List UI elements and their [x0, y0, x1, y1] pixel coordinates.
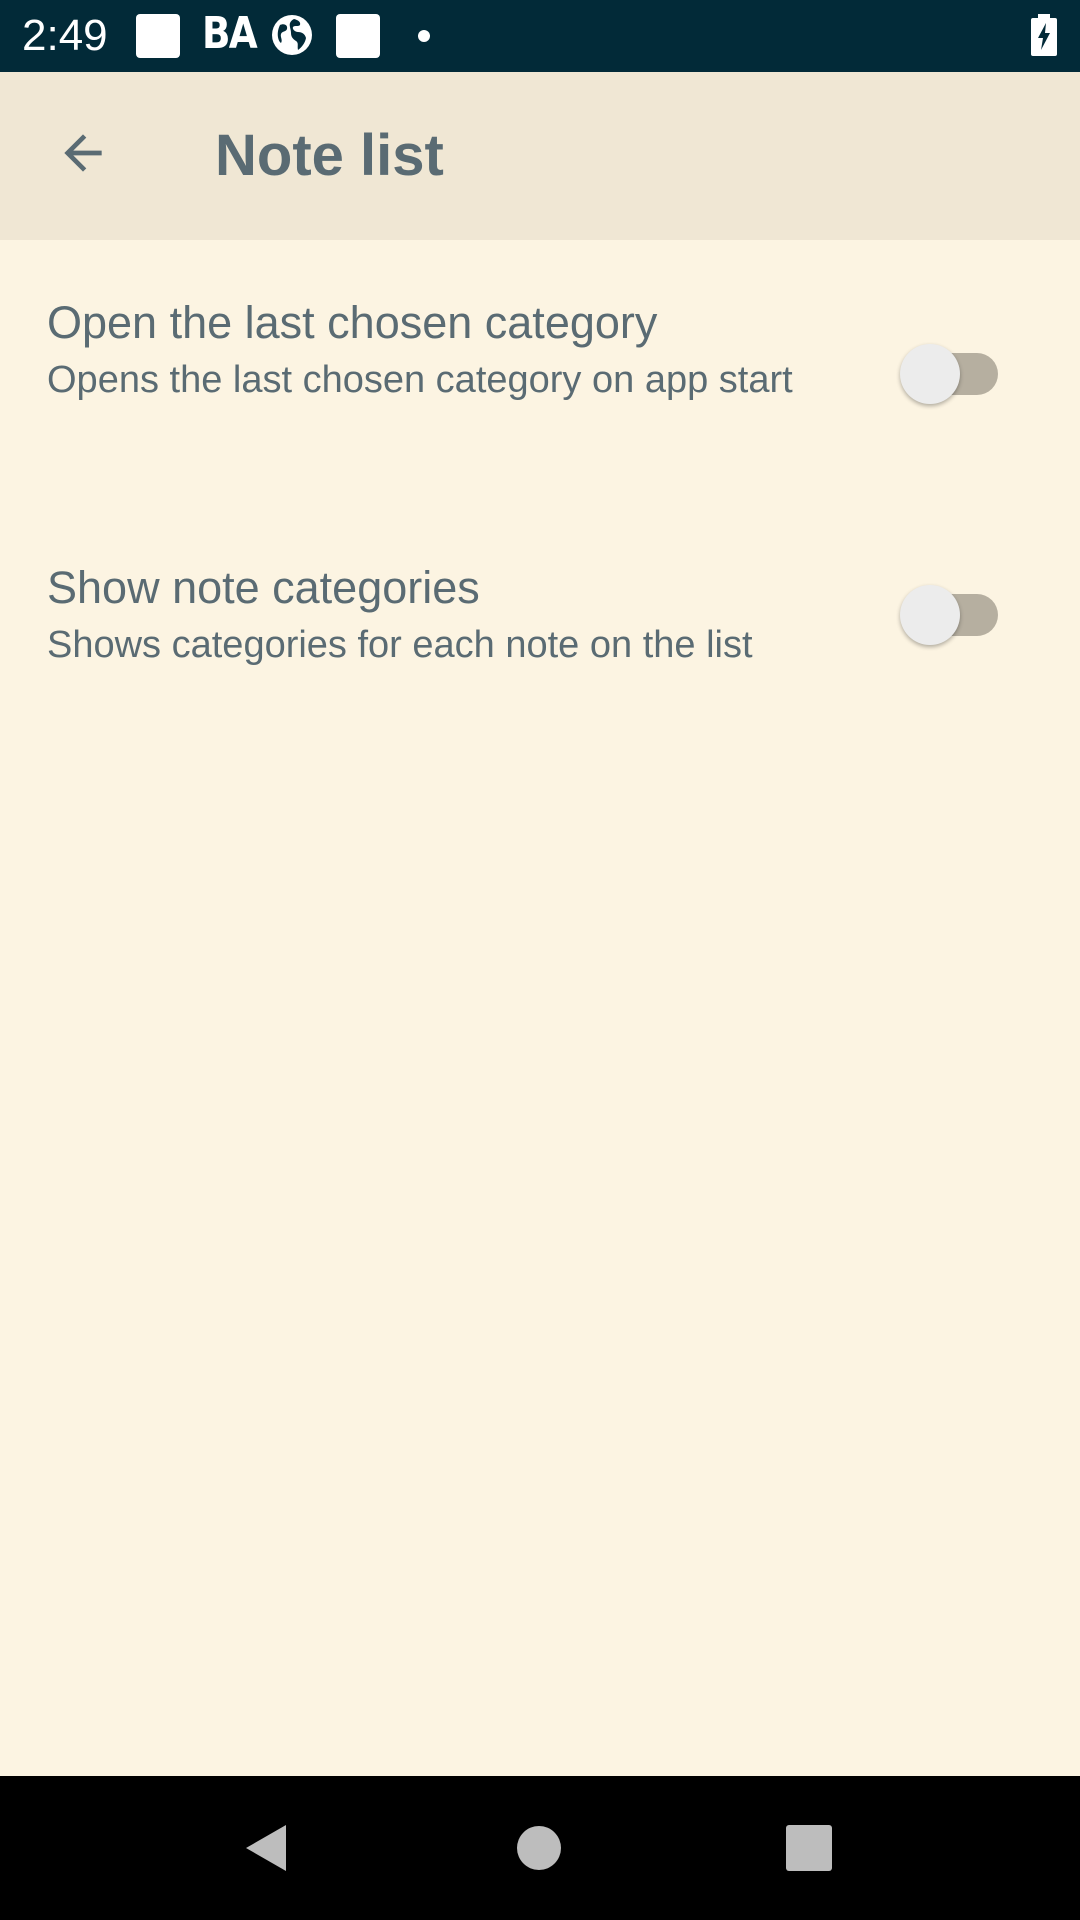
status-time: 2:49 [22, 11, 108, 60]
recents-square-icon [786, 1825, 832, 1871]
nav-back-button[interactable] [218, 1800, 314, 1896]
show-note-categories-switch[interactable] [900, 585, 1000, 645]
battery-charging-icon [1030, 14, 1058, 61]
globe-icon [270, 13, 314, 62]
page-title: Note list [215, 123, 444, 188]
notification-square-icon [136, 14, 180, 58]
back-triangle-icon [246, 1825, 286, 1871]
arrow-back-icon [64, 134, 102, 172]
pref-show-note-categories[interactable]: Show note categories Shows categories fo… [0, 545, 1080, 695]
status-bar: 2:49 BA [0, 0, 1080, 72]
pref-summary: Opens the last chosen category on app st… [47, 359, 793, 401]
nav-home-button[interactable] [491, 1800, 587, 1896]
pref-open-last-category[interactable]: Open the last chosen category Opens the … [0, 280, 1080, 480]
switch-thumb [900, 344, 960, 404]
pref-title: Open the last chosen category [47, 297, 658, 348]
app-bar: Note list [0, 72, 1080, 240]
back-button[interactable] [42, 112, 124, 194]
dot-icon [418, 30, 430, 42]
navigation-bar [0, 1776, 1080, 1920]
home-circle-icon [517, 1826, 561, 1870]
pref-title: Show note categories [47, 562, 480, 613]
screen: 2:49 BA Note list Open the last chosen c… [0, 0, 1080, 1920]
pref-summary: Shows categories for each note on the li… [47, 624, 753, 666]
nav-recents-button[interactable] [761, 1800, 857, 1896]
carrier-text: BA [202, 8, 258, 59]
switch-thumb [900, 585, 960, 645]
notification-square-icon [336, 14, 380, 58]
open-last-category-switch[interactable] [900, 344, 1000, 404]
